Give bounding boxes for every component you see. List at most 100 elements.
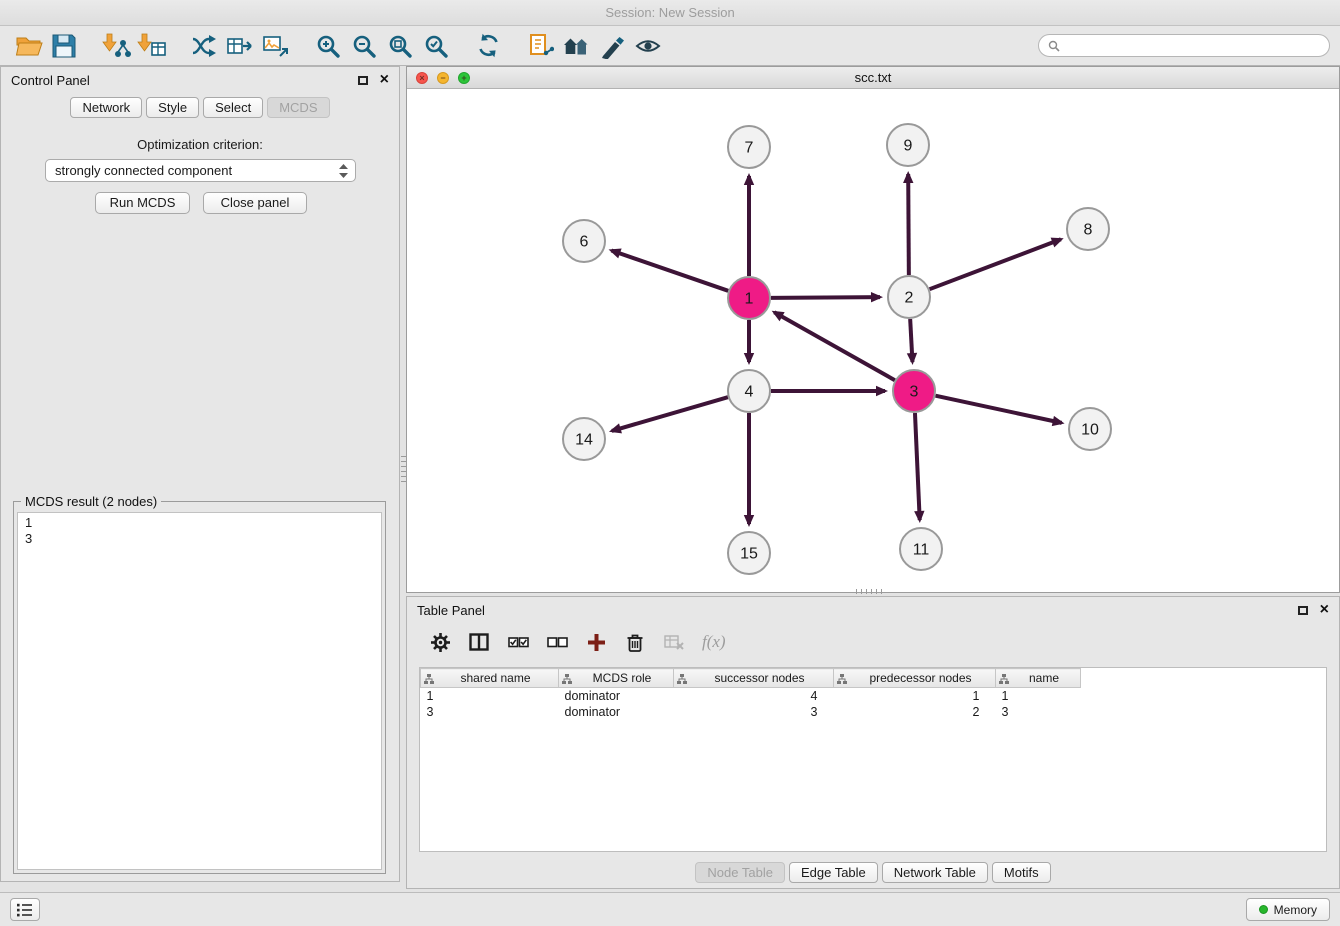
edge-3-1[interactable] (774, 312, 895, 380)
edge-2-9[interactable] (908, 174, 909, 275)
column-header-name[interactable]: name (996, 669, 1081, 688)
mcds-result-group: MCDS result (2 nodes) 13 (13, 494, 386, 874)
import-table-from-file-icon[interactable] (134, 29, 170, 63)
node-9[interactable]: 9 (887, 124, 929, 166)
column-header-shared-name[interactable]: shared name (421, 669, 559, 688)
network-tools-icon[interactable] (186, 29, 222, 63)
table-toolbar: f(x) (421, 625, 1325, 659)
export-table-icon[interactable] (222, 29, 258, 63)
tab-style[interactable]: Style (146, 97, 199, 118)
sort-icon (562, 674, 572, 684)
close-panel-button[interactable]: Close panel (203, 192, 307, 214)
tab-motifs[interactable]: Motifs (992, 862, 1051, 883)
cell-predecessor-nodes: 2 (834, 704, 996, 720)
table-row[interactable]: 1dominator411 (421, 688, 1081, 705)
node-label: 11 (913, 542, 930, 559)
column-header-successor-nodes[interactable]: successor nodes (674, 669, 834, 688)
import-network-from-file-icon[interactable] (98, 29, 134, 63)
minimize-window-button[interactable]: − (437, 72, 449, 84)
column-header-predecessor-nodes[interactable]: predecessor nodes (834, 669, 996, 688)
zoom-fit-content-icon[interactable] (382, 29, 418, 63)
tab-edge-table[interactable]: Edge Table (789, 862, 878, 883)
node-11[interactable]: 11 (900, 528, 942, 570)
tab-node-table[interactable]: Node Table (695, 862, 785, 883)
tab-network-table[interactable]: Network Table (882, 862, 988, 883)
network-canvas[interactable]: 7 9 6 8 1 2 4 3 14 10 15 11 (407, 89, 1339, 592)
zoom-window-button[interactable]: + (458, 72, 470, 84)
close-panel-icon[interactable]: × (380, 72, 389, 88)
delete-table-icon[interactable] (663, 631, 685, 653)
optimization-criterion-label: Optimization criterion: (1, 137, 399, 152)
close-window-button[interactable]: × (416, 72, 428, 84)
edge-3-10[interactable] (936, 396, 1062, 423)
zoom-in-icon[interactable] (310, 29, 346, 63)
node-7[interactable]: 7 (728, 126, 770, 168)
splitter-handle-horizontal[interactable] (856, 589, 884, 594)
show-hide-graphics-icon[interactable] (630, 29, 666, 63)
show-home-view-icon[interactable] (558, 29, 594, 63)
search-field[interactable] (1038, 34, 1330, 57)
node-label: 3 (910, 384, 919, 401)
apply-style-icon[interactable] (594, 29, 630, 63)
table-panel: Table Panel × (406, 596, 1340, 889)
memory-button[interactable]: Memory (1246, 898, 1330, 921)
node-14[interactable]: 14 (563, 418, 605, 460)
annotation-icon[interactable] (522, 29, 558, 63)
node-3[interactable]: 3 (893, 370, 935, 412)
cell-shared-name: 1 (421, 688, 559, 705)
column-layout-icon[interactable] (468, 631, 490, 653)
column-header-mcds-role[interactable]: MCDS role (559, 669, 674, 688)
open-session-icon[interactable] (10, 29, 46, 63)
select-all-rows-icon[interactable] (507, 631, 529, 653)
optimization-criterion-select[interactable]: strongly connected component (45, 159, 356, 182)
edge-2-3[interactable] (910, 319, 912, 362)
float-table-panel-icon[interactable] (1298, 606, 1308, 615)
node-label: 7 (745, 140, 754, 157)
edge-4-14[interactable] (612, 397, 728, 431)
network-window-titlebar[interactable]: × − + scc.txt (407, 67, 1339, 89)
save-session-icon[interactable] (46, 29, 82, 63)
zoom-out-icon[interactable] (346, 29, 382, 63)
node-label: 15 (740, 546, 758, 563)
node-15[interactable]: 15 (728, 532, 770, 574)
delete-columns-icon[interactable] (624, 631, 646, 653)
edge-1-2[interactable] (771, 297, 880, 298)
table-row[interactable]: 3dominator323 (421, 704, 1081, 720)
edge-2-8[interactable] (930, 239, 1061, 289)
deselect-all-rows-icon[interactable] (546, 631, 568, 653)
node-4[interactable]: 4 (728, 370, 770, 412)
show-panels-button[interactable] (10, 898, 40, 921)
column-label: predecessor nodes (869, 671, 971, 685)
node-2[interactable]: 2 (888, 276, 930, 318)
node-label: 2 (905, 290, 914, 307)
export-image-icon[interactable] (258, 29, 294, 63)
node-label: 14 (575, 432, 593, 449)
application-window: Session: New Session (0, 0, 1340, 926)
run-mcds-button[interactable]: Run MCDS (95, 192, 190, 214)
mcds-result-list[interactable]: 13 (17, 512, 382, 870)
table-header-row: shared nameMCDS rolesuccessor nodes prede… (421, 669, 1081, 688)
refresh-view-icon[interactable] (470, 29, 506, 63)
edge-3-11[interactable] (915, 413, 920, 520)
tab-mcds[interactable]: MCDS (267, 97, 329, 118)
function-builder-icon[interactable]: f(x) (702, 632, 726, 652)
zoom-selected-region-icon[interactable] (418, 29, 454, 63)
node-label: 10 (1081, 422, 1099, 439)
tab-network[interactable]: Network (70, 97, 142, 118)
splitter-handle-vertical[interactable] (401, 456, 406, 484)
edge-1-6[interactable] (611, 250, 728, 290)
sort-icon (837, 674, 847, 684)
node-8[interactable]: 8 (1067, 208, 1109, 250)
tab-select[interactable]: Select (203, 97, 263, 118)
search-input[interactable] (1065, 39, 1320, 53)
close-table-panel-icon[interactable]: × (1320, 602, 1329, 618)
control-panel-header: Control Panel × (1, 67, 399, 93)
attributes-gear-icon[interactable] (429, 631, 451, 653)
float-panel-icon[interactable] (358, 76, 368, 85)
node-10[interactable]: 10 (1069, 408, 1111, 450)
control-panel-title: Control Panel (11, 73, 90, 88)
node-6[interactable]: 6 (563, 220, 605, 262)
node-1[interactable]: 1 (728, 277, 770, 319)
create-column-icon[interactable] (585, 631, 607, 653)
network-graph[interactable]: 7 9 6 8 1 2 4 3 14 10 15 11 (407, 89, 1339, 592)
